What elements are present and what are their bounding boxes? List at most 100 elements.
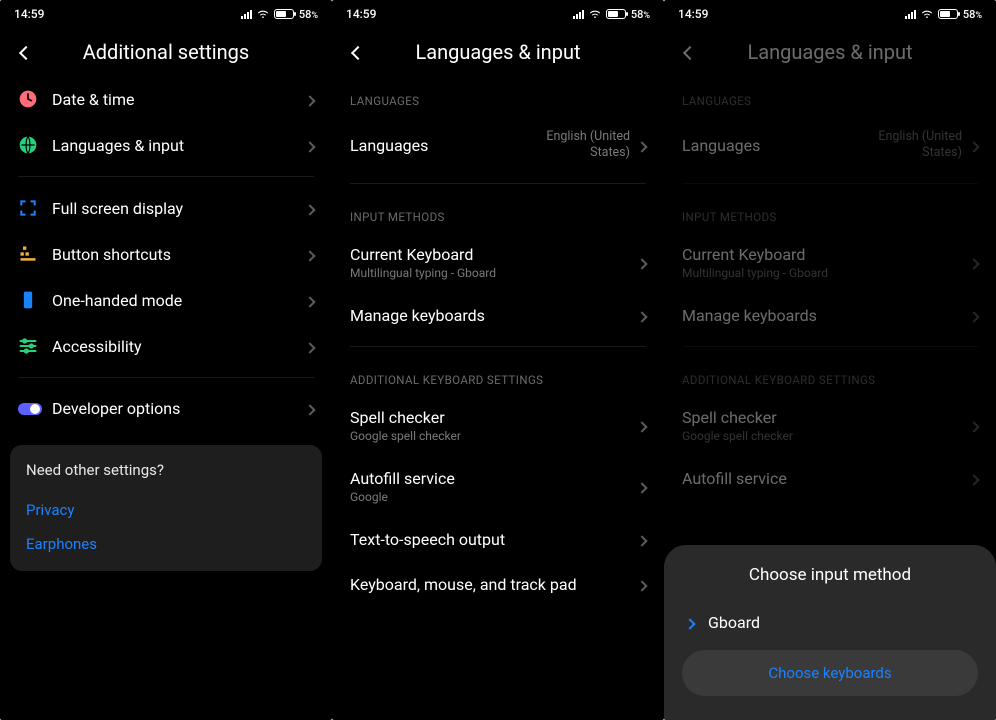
row-label: Accessibility: [52, 337, 298, 356]
row-languages: Languages English (United States): [664, 116, 996, 175]
card-heading: Need other settings?: [26, 461, 306, 479]
link-privacy[interactable]: Privacy: [26, 493, 306, 527]
battery-icon: [938, 9, 958, 19]
status-icons: 58%: [241, 8, 318, 21]
row-spell-checker[interactable]: Spell checker Google spell checker: [332, 395, 664, 456]
row-sub: Multilingual typing - Gboard: [350, 266, 630, 280]
row-kbd-mouse-trackpad[interactable]: Keyboard, mouse, and track pad: [332, 562, 664, 607]
chevron-right-icon: [638, 253, 646, 272]
section-input-methods: INPUT METHODS: [332, 192, 664, 232]
settings-list-dimmed: LANGUAGES Languages English (United Stat…: [664, 76, 996, 501]
chevron-right-icon: [638, 477, 646, 496]
pane-languages-input: 14:59 58% Languages & input LANGUAGES La…: [332, 0, 664, 720]
page-header: Languages & input: [332, 28, 664, 76]
status-bar: 14:59 58%: [664, 0, 996, 28]
row-sub: Google spell checker: [682, 429, 962, 443]
chevron-right-icon: [638, 530, 646, 549]
row-label: Current Keyboard: [682, 245, 962, 264]
page-header: Additional settings: [0, 28, 332, 76]
status-time: 14:59: [678, 7, 708, 21]
section-additional-keyboard: ADDITIONAL KEYBOARD SETTINGS: [332, 355, 664, 395]
globe-icon: [18, 135, 52, 155]
divider: [350, 346, 646, 347]
signal-icon: [241, 10, 252, 19]
row-developer-options[interactable]: Developer options: [0, 386, 332, 431]
row-one-handed-mode[interactable]: One-handed mode: [0, 277, 332, 323]
status-time: 14:59: [346, 7, 376, 21]
row-label: Button shortcuts: [52, 245, 298, 264]
chevron-right-icon: [970, 469, 978, 488]
pane-choose-input-method: 14:59 58% Languages & input LANGUAGES La…: [664, 0, 996, 720]
chevron-right-icon: [638, 575, 646, 594]
chevron-right-icon: [638, 306, 646, 325]
divider: [682, 183, 978, 184]
chevron-right-icon: [306, 90, 314, 109]
section-input-methods: INPUT METHODS: [664, 192, 996, 232]
other-settings-card: Need other settings? Privacy Earphones: [10, 445, 322, 571]
divider: [350, 183, 646, 184]
row-button-shortcuts[interactable]: Button shortcuts: [0, 231, 332, 277]
status-bar: 14:59 58%: [332, 0, 664, 28]
status-icons: 58%: [573, 8, 650, 21]
page-title: Languages & input: [678, 40, 982, 64]
row-spell-checker: Spell checker Google spell checker: [664, 395, 996, 456]
shortcuts-icon: [18, 244, 52, 264]
wifi-icon: [921, 8, 933, 20]
link-earphones[interactable]: Earphones: [26, 527, 306, 561]
row-date-time[interactable]: Date & time: [0, 76, 332, 122]
row-sub: Google: [350, 490, 630, 504]
row-sub: Multilingual typing - Gboard: [682, 266, 962, 280]
page-header: Languages & input: [664, 28, 996, 76]
row-label: Spell checker: [350, 408, 630, 427]
status-icons: 58%: [905, 8, 982, 21]
chevron-right-icon: [306, 245, 314, 264]
row-label: Autofill service: [350, 469, 630, 488]
row-languages-input[interactable]: Languages & input: [0, 122, 332, 168]
phone-icon: [18, 290, 52, 310]
toggle-icon: [18, 401, 52, 417]
wifi-icon: [589, 8, 601, 20]
chevron-right-icon: [306, 399, 314, 418]
row-label: Languages: [682, 136, 842, 155]
battery-icon: [274, 9, 294, 19]
battery-percent: 58%: [631, 8, 650, 21]
pane-additional-settings: 14:59 58% Additional settings Date & tim…: [0, 0, 332, 720]
row-label: Text-to-speech output: [350, 530, 630, 549]
sheet-option-gboard[interactable]: Gboard: [682, 603, 978, 650]
row-manage-keyboards[interactable]: Manage keyboards: [332, 293, 664, 338]
row-sub: Google spell checker: [350, 429, 630, 443]
row-tts-output[interactable]: Text-to-speech output: [332, 517, 664, 562]
row-label: Manage keyboards: [350, 306, 630, 325]
row-label: Full screen display: [52, 199, 298, 218]
signal-icon: [905, 10, 916, 19]
signal-icon: [573, 10, 584, 19]
option-label: Gboard: [708, 613, 760, 632]
row-value: English (United States): [510, 129, 630, 162]
battery-percent: 58%: [963, 8, 982, 21]
sliders-icon: [18, 336, 52, 356]
divider: [682, 346, 978, 347]
wifi-icon: [257, 8, 269, 20]
row-autofill-service[interactable]: Autofill service Google: [332, 456, 664, 517]
row-accessibility[interactable]: Accessibility: [0, 323, 332, 369]
row-full-screen-display[interactable]: Full screen display: [0, 185, 332, 231]
settings-list: LANGUAGES Languages English (United Stat…: [332, 76, 664, 607]
divider: [18, 377, 314, 378]
input-method-sheet: Choose input method Gboard Choose keyboa…: [664, 545, 996, 720]
row-label: Developer options: [52, 399, 298, 418]
chevron-right-icon: [686, 614, 694, 632]
row-autofill-service: Autofill service: [664, 456, 996, 501]
row-label: Autofill service: [682, 469, 962, 488]
row-current-keyboard[interactable]: Current Keyboard Multilingual typing - G…: [332, 232, 664, 293]
page-title: Languages & input: [346, 40, 650, 64]
row-languages[interactable]: Languages English (United States): [332, 116, 664, 175]
section-additional-keyboard: ADDITIONAL KEYBOARD SETTINGS: [664, 355, 996, 395]
status-bar: 14:59 58%: [0, 0, 332, 28]
chevron-right-icon: [970, 416, 978, 435]
chevron-right-icon: [970, 253, 978, 272]
choose-keyboards-button[interactable]: Choose keyboards: [682, 650, 978, 696]
row-label: Spell checker: [682, 408, 962, 427]
row-label: Languages: [350, 136, 510, 155]
row-label: One-handed mode: [52, 291, 298, 310]
row-manage-keyboards: Manage keyboards: [664, 293, 996, 338]
